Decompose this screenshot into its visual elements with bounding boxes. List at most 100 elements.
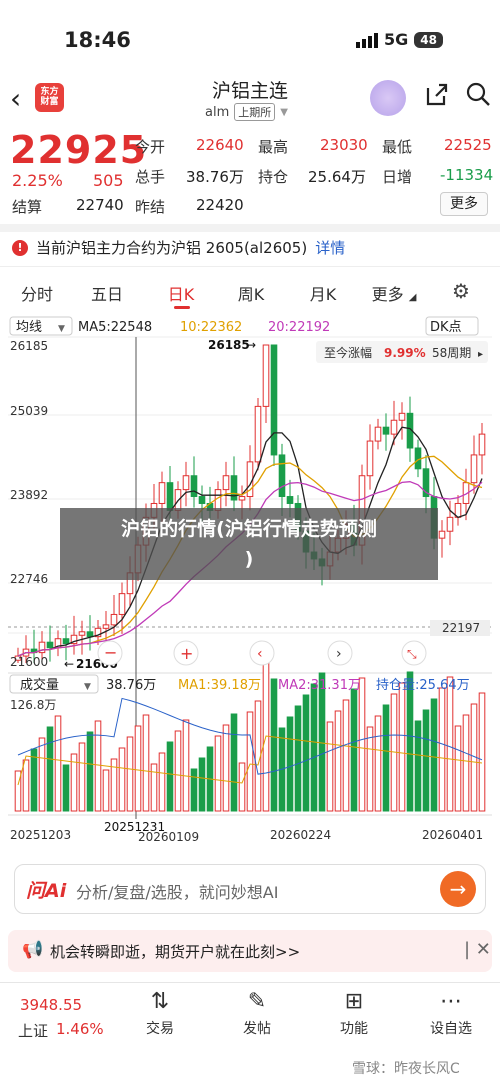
tab-intraday[interactable]: 分时 (16, 281, 58, 305)
volume-bar (46, 726, 54, 812)
candle-body (62, 638, 70, 645)
volume-bar (62, 764, 70, 812)
share-icon[interactable] (422, 80, 450, 115)
volume-bar (150, 763, 158, 812)
date-tick-3: 20260224 (270, 828, 331, 842)
volume-value: 38.76万 (186, 168, 244, 186)
range-label: 至今涨幅 (324, 345, 372, 360)
volume-bar (294, 705, 302, 812)
volume-bar (22, 759, 30, 812)
dk-button[interactable]: DK点 (430, 320, 462, 335)
volume-bar (174, 730, 182, 812)
prev-settle-value: 22420 (196, 196, 244, 214)
arrow-right-button[interactable]: → (440, 871, 476, 907)
index-value[interactable]: 3948.55 (20, 996, 82, 1014)
candle-body (390, 419, 398, 435)
y-tick-1: 25039 (10, 404, 48, 418)
chevron-down-icon: ▼ (58, 324, 65, 334)
volume-bar (134, 725, 142, 812)
high-label: 最高 (258, 138, 289, 156)
more-dots-icon: ⋯ (440, 989, 462, 1014)
chevron-right-icon: ▸ (478, 349, 483, 360)
close-icon[interactable]: | ✕ (464, 939, 491, 960)
settings-gear-icon[interactable]: ⚙ (452, 279, 470, 303)
nav-post[interactable]: ✎ 发帖 (217, 988, 297, 1038)
volume-bar (310, 683, 318, 812)
volume-bar (478, 692, 486, 812)
vol-selector[interactable]: 成交量 (20, 677, 59, 693)
candle-body (110, 613, 118, 626)
notice-detail-link[interactable]: 详情 (315, 237, 345, 258)
arrow-left-icon: ← (64, 657, 74, 671)
daily-increase-label: 日增 (382, 168, 413, 186)
candle-body (182, 475, 190, 491)
ai-input-placeholder[interactable]: 分析/复盘/选股，就问妙想AI (76, 879, 278, 903)
chevron-down-icon: ▼ (280, 106, 288, 118)
candle-body (190, 475, 198, 498)
promo-text[interactable]: 机会转瞬即逝，期货开户就在此刻>> (50, 941, 300, 962)
candle-body (78, 631, 86, 636)
low-label: 最低 (382, 138, 413, 156)
nav-function[interactable]: ⊞ 功能 (314, 988, 394, 1038)
candle-body (414, 447, 422, 470)
nav-watchlist[interactable]: ⋯ 设自选 (411, 988, 491, 1038)
nav-function-label: 功能 (340, 1021, 368, 1037)
tab-weekly-k[interactable]: 周K (230, 281, 272, 305)
candle-body (86, 631, 94, 638)
megaphone-icon: 📢 (22, 940, 44, 960)
status-icons: 5G 48 (356, 30, 443, 49)
volume-bar (398, 682, 406, 812)
candle-body (438, 530, 446, 539)
chevron-left-icon: ‹ (257, 646, 263, 662)
candle-body (478, 433, 486, 456)
volume-bar (190, 768, 198, 812)
app-logo: 东方 财富 (35, 83, 64, 112)
nav-trade-label: 交易 (146, 1021, 174, 1037)
high-marker: 26185 (208, 338, 250, 352)
more-quote-button[interactable]: 更多 (440, 192, 488, 216)
candle-body (398, 412, 406, 421)
candle-body (238, 496, 246, 501)
contract-subtitle[interactable]: alm 上期所 ▼ (205, 103, 288, 121)
assistant-robot-icon[interactable] (370, 80, 406, 116)
settle-label: 结算 (12, 198, 43, 216)
ma-selector[interactable]: 均线 (16, 320, 42, 335)
y-tick-2: 23892 (10, 488, 48, 502)
range-pct: 9.99% (384, 346, 426, 360)
candle-body (102, 624, 110, 629)
high-value: 23030 (320, 136, 368, 154)
change-amount: 505 (93, 171, 124, 190)
tab-monthly-k[interactable]: 月K (302, 281, 344, 305)
candle-body (262, 344, 270, 407)
article-title-overlay: 沪铝的行情(沪铝行情走势预测 ) (60, 508, 438, 580)
volume-bar (118, 747, 126, 812)
tab-more[interactable]: 更多 ◢ (368, 281, 420, 305)
y-tick-4: 21600 (10, 655, 48, 669)
date-tick-4: 20260401 (422, 828, 483, 842)
tab-daily-k[interactable]: 日K (160, 281, 202, 305)
exchange-tag: 上期所 (234, 103, 276, 121)
settle-value: 22740 (76, 196, 124, 214)
candle-body (254, 405, 262, 463)
candle-body (270, 344, 278, 456)
candle-body (374, 426, 382, 442)
volume-bar (326, 721, 334, 812)
volume-bar (198, 757, 206, 812)
volume-label: 总手 (135, 168, 166, 186)
volume-bar (342, 699, 350, 812)
back-icon[interactable]: ‹ (10, 82, 21, 115)
volume-bar (334, 710, 342, 812)
watermark: 雪球：昨夜长风C (352, 1061, 460, 1077)
nav-post-label: 发帖 (243, 1021, 271, 1037)
search-icon[interactable] (464, 80, 492, 115)
candle-body (470, 454, 478, 484)
volume-bar (414, 720, 422, 812)
volume-bar (446, 676, 454, 812)
low-value: 22525 (444, 136, 492, 154)
y-tick-3: 22746 (10, 572, 48, 586)
nav-trade[interactable]: ⇅ 交易 (120, 988, 200, 1038)
kline-chart[interactable]: 均线 ▼ MA5:22548 10:22362 20:22192 DK点 至今涨… (8, 315, 492, 855)
tab-five-day[interactable]: 五日 (86, 281, 128, 305)
date-tick-2: 20260109 (138, 830, 199, 844)
bottom-nav-divider (0, 982, 500, 983)
